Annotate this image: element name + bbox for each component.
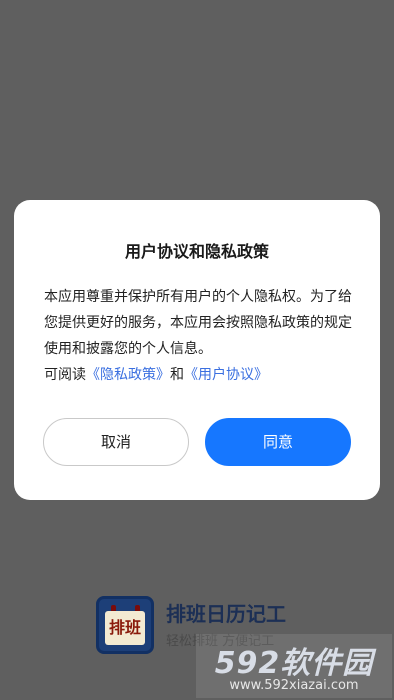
app-name: 排班日历记工 — [166, 602, 286, 626]
watermark-logo-text: 592软件园 — [214, 646, 374, 681]
and-text: 和 — [170, 367, 184, 383]
policy-links-line: 可阅读《隐私政策》和《用户协议》 — [44, 362, 356, 388]
watermark-url: www.592xiazai.com — [229, 678, 359, 693]
dialog-title: 用户协议和隐私政策 — [124, 242, 269, 261]
privacy-dialog: 用户协议和隐私政策 本应用尊重并保护所有用户的个人隐私权。为了给您提供更好的服务… — [14, 200, 380, 500]
dialog-message: 本应用尊重并保护所有用户的个人隐私权。为了给您提供更好的服务，本应用会按照隐私政… — [44, 289, 352, 357]
dialog-body: 本应用尊重并保护所有用户的个人隐私权。为了给您提供更好的服务，本应用会按照隐私政… — [44, 284, 356, 388]
agree-button[interactable]: 同意 — [205, 418, 351, 466]
watermark: 592软件园 www.592xiazai.com — [196, 634, 392, 698]
cancel-button[interactable]: 取消 — [43, 418, 189, 466]
read-prefix-text: 可阅读 — [44, 367, 86, 383]
app-logo-icon: 排班 — [96, 596, 154, 654]
app-logo-text: 排班 — [108, 618, 141, 637]
privacy-policy-link[interactable]: 《隐私政策》 — [86, 367, 170, 383]
user-agreement-link[interactable]: 《用户协议》 — [184, 367, 268, 383]
